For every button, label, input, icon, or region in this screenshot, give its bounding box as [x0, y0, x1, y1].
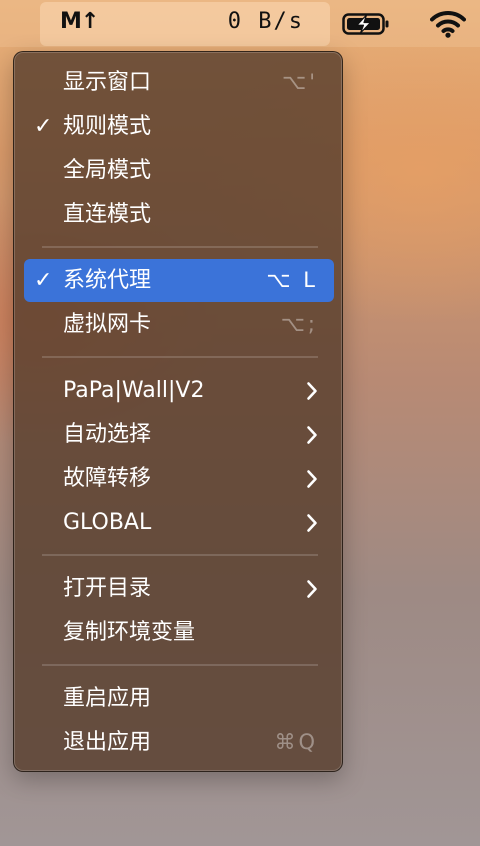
- menu-item-label: 打开目录: [63, 576, 152, 601]
- menu-item-auto-select[interactable]: 自动选择: [24, 413, 334, 456]
- checkmark-icon: ✓: [34, 114, 53, 139]
- shortcut-label: ⌘Q: [274, 730, 318, 754]
- menu-item-copy-env-vars[interactable]: 复制环境变量: [24, 611, 334, 654]
- menu-item-label: 系统代理: [63, 268, 152, 293]
- menu-item-proxy-group-papawall[interactable]: PaPa|Wall|V2: [24, 369, 334, 412]
- menu-item-label: GLOBAL: [63, 510, 152, 535]
- menu-separator: [42, 356, 318, 358]
- menu-item-label: 全局模式: [63, 158, 152, 183]
- menu-item-label: 故障转移: [63, 466, 152, 491]
- menu-item-quit-app[interactable]: 退出应用 ⌘Q: [24, 721, 334, 764]
- menu-item-direct-mode[interactable]: 直连模式: [24, 193, 334, 236]
- menu-separator: [42, 246, 318, 248]
- menu-bar: M↑ 0 B/s: [0, 0, 480, 47]
- menu-item-label: 自动选择: [63, 422, 152, 447]
- menu-item-label: PaPa|Wall|V2: [63, 378, 205, 403]
- menu-item-label: 虚拟网卡: [63, 312, 152, 337]
- menu-item-label: 显示窗口: [63, 70, 152, 95]
- menu-item-show-window[interactable]: 显示窗口 ⌥': [24, 61, 334, 104]
- chevron-right-icon: [307, 382, 317, 400]
- menu-item-label: 重启应用: [63, 686, 152, 711]
- chevron-right-icon: [307, 580, 317, 598]
- menu-separator: [42, 554, 318, 556]
- shortcut-label: ⌥;: [280, 312, 318, 336]
- menu-item-label: 规则模式: [63, 114, 152, 139]
- menu-item-global-group[interactable]: GLOBAL: [24, 501, 334, 544]
- menu-item-label: 退出应用: [63, 730, 152, 755]
- menu-item-rule-mode[interactable]: ✓ 规则模式: [24, 105, 334, 148]
- wifi-icon[interactable]: [430, 10, 466, 38]
- shortcut-label: ⌥': [282, 70, 318, 94]
- chevron-right-icon: [307, 514, 317, 532]
- app-dropdown-menu: 显示窗口 ⌥' ✓ 规则模式 全局模式 直连模式 ✓ 系统代理 ⌥ L 虚拟网卡…: [13, 51, 343, 772]
- menu-item-label: 复制环境变量: [63, 620, 196, 645]
- menu-separator: [42, 664, 318, 666]
- menu-item-label: 直连模式: [63, 202, 152, 227]
- app-logo-icon[interactable]: M↑: [60, 9, 99, 34]
- chevron-right-icon: [307, 470, 317, 488]
- menu-item-open-directory[interactable]: 打开目录: [24, 567, 334, 610]
- menu-item-global-mode[interactable]: 全局模式: [24, 149, 334, 192]
- battery-charging-icon[interactable]: [342, 12, 390, 36]
- menu-item-failover[interactable]: 故障转移: [24, 457, 334, 500]
- chevron-right-icon: [307, 426, 317, 444]
- menu-item-system-proxy[interactable]: ✓ 系统代理 ⌥ L: [24, 259, 334, 302]
- shortcut-label: ⌥ L: [266, 268, 318, 292]
- menu-item-restart-app[interactable]: 重启应用: [24, 677, 334, 720]
- menu-item-virtual-nic[interactable]: 虚拟网卡 ⌥;: [24, 303, 334, 346]
- checkmark-icon: ✓: [34, 268, 53, 293]
- network-speed: 0 B/s: [227, 9, 304, 34]
